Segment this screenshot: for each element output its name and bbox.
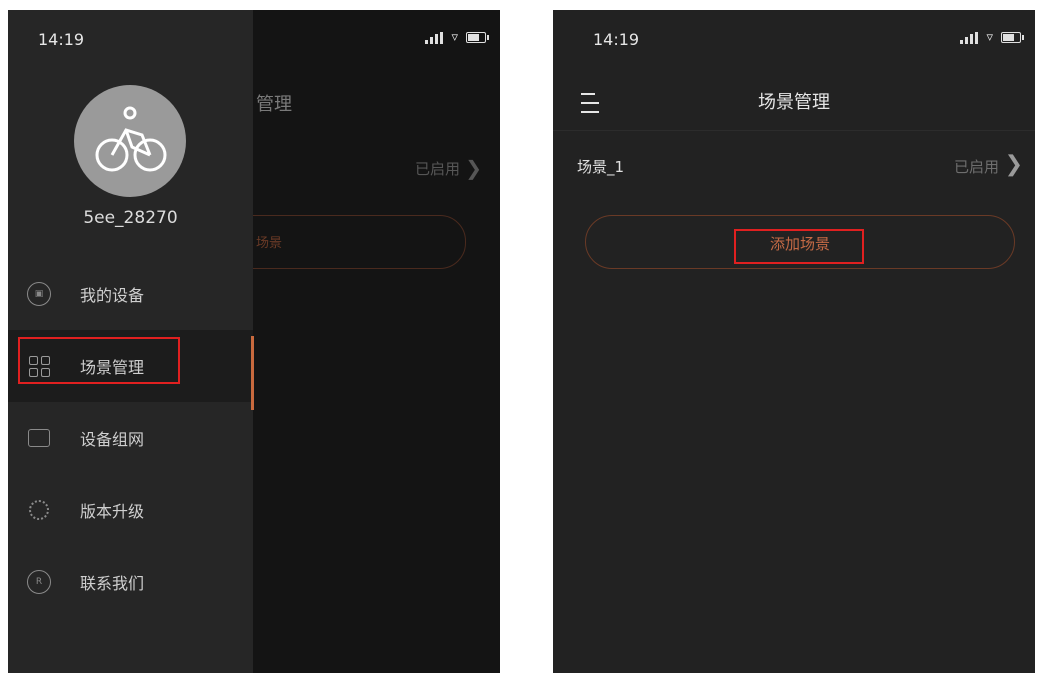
contact-icon: R xyxy=(26,569,52,595)
background-scene-status: 已启用 xyxy=(414,160,460,178)
menu-item-device-network[interactable]: 设备组网 xyxy=(8,402,253,474)
menu-item-label: 联系我们 xyxy=(80,574,145,593)
menu-item-version-upgrade[interactable]: 版本升级 xyxy=(8,474,253,546)
wifi-icon: ▿ xyxy=(451,30,458,45)
signal-icon xyxy=(960,31,979,44)
menu-item-label: 版本升级 xyxy=(80,502,145,521)
wifi-icon: ▿ xyxy=(986,30,993,45)
status-icons: ▿ xyxy=(960,30,1024,45)
signal-icon xyxy=(425,31,444,44)
menu-item-label: 我的设备 xyxy=(80,286,145,305)
status-bar: 14:19 ▿ xyxy=(553,10,1035,72)
avatar[interactable] xyxy=(74,85,186,197)
status-time: 14:19 xyxy=(593,30,640,49)
device-icon: ▣ xyxy=(26,281,52,307)
chevron-right-icon: ❯ xyxy=(465,156,482,180)
drawer-menu: ▣ 我的设备 场景管理 设备组网 版本升级 R 联系我们 xyxy=(8,258,253,618)
battery-icon xyxy=(466,32,489,43)
background-page-title: 管理 xyxy=(256,94,292,115)
background-add-scene-label: 场景 xyxy=(256,236,283,251)
menu-item-my-devices[interactable]: ▣ 我的设备 xyxy=(8,258,253,330)
status-icons: ▿ xyxy=(425,30,489,45)
status-time: 14:19 xyxy=(38,30,85,49)
network-icon xyxy=(26,425,52,451)
battery-icon xyxy=(1001,32,1024,43)
active-indicator xyxy=(251,336,254,410)
header-divider xyxy=(553,130,1035,131)
chevron-right-icon: ❯ xyxy=(1004,152,1023,177)
scene-name: 场景_1 xyxy=(577,158,625,176)
right-phone-screen: 14:19 ▿ 场景管理 场景_1 已启用 ❯ 添加场景 xyxy=(553,10,1035,673)
highlight-box xyxy=(18,337,180,384)
menu-item-label: 设备组网 xyxy=(80,430,145,449)
upgrade-icon xyxy=(26,497,52,523)
page-title: 场景管理 xyxy=(758,92,830,113)
highlight-box xyxy=(734,229,864,264)
username: 5ee_28270 xyxy=(83,208,178,228)
scene-status: 已启用 xyxy=(953,158,999,176)
scene-list-item[interactable]: 场景_1 已启用 ❯ xyxy=(553,140,1035,190)
left-phone-screen: 管理 已启用 ❯ 场景 ▿ 14:19 5ee_28270 ▣ 我的设备 场景管… xyxy=(8,10,500,673)
menu-item-contact-us[interactable]: R 联系我们 xyxy=(8,546,253,618)
bike-rider-icon xyxy=(95,106,167,172)
